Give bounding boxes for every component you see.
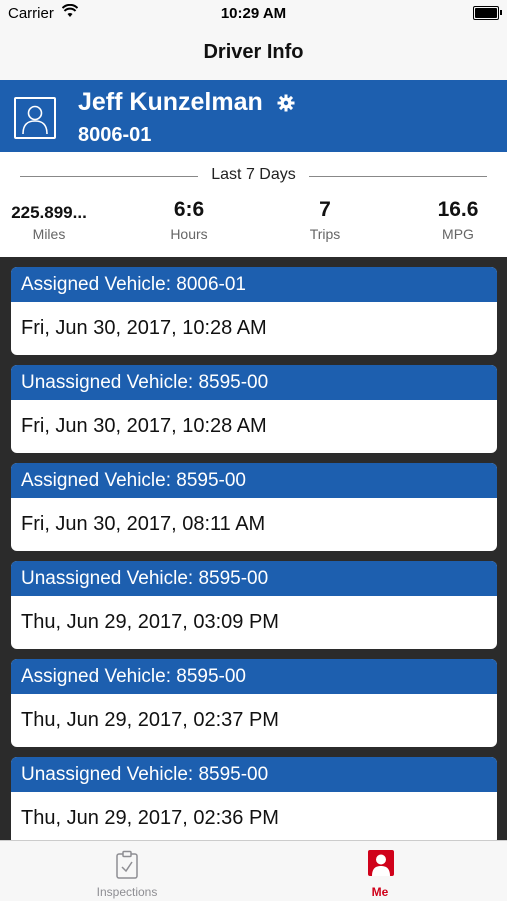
status-bar: Carrier 10:29 AM [0, 0, 507, 28]
event-time: Fri, Jun 30, 2017, 08:11 AM [21, 513, 266, 535]
person-outline-icon [22, 105, 48, 135]
event-title: Assigned Vehicle: 8006-01 [11, 267, 497, 302]
event-card[interactable]: Assigned Vehicle: 8595-00 Fri, Jun 30, 2… [11, 463, 497, 551]
driver-name: Jeff Kunzelman [78, 88, 263, 116]
tab-label: Inspections [96, 885, 158, 899]
event-card[interactable]: Unassigned Vehicle: 8595-00 Fri, Jun 30,… [11, 365, 497, 453]
battery-icon [473, 6, 502, 20]
person-icon [368, 850, 394, 881]
stat-label: Trips [309, 226, 341, 242]
driver-header: Jeff Kunzelman 8006-01 [0, 80, 507, 152]
tab-bar: Inspections Me [0, 840, 507, 901]
stat-mpg: 16.6 MPG [408, 198, 507, 242]
event-card[interactable]: Unassigned Vehicle: 8595-00 Thu, Jun 29,… [11, 561, 497, 649]
page-title: Driver Info [203, 41, 304, 63]
driver-vehicle-id: 8006-01 [78, 124, 152, 146]
stats-period-label: Last 7 Days [211, 166, 296, 183]
stat-value: 6:6 [173, 198, 205, 221]
gear-icon[interactable] [277, 94, 295, 117]
stat-miles: 225.899... Miles [0, 198, 98, 242]
stat-label: Hours [170, 226, 208, 242]
stat-label: MPG [442, 226, 474, 242]
stat-hours: 6:6 Hours [139, 198, 239, 242]
clipboard-icon [115, 850, 139, 885]
nav-bar: Driver Info [0, 28, 507, 78]
event-time: Fri, Jun 30, 2017, 10:28 AM [21, 317, 267, 339]
stats-panel: Last 7 Days 225.899... Miles 6:6 Hours 7… [0, 152, 507, 257]
event-time: Fri, Jun 30, 2017, 10:28 AM [21, 415, 267, 437]
event-card[interactable]: Assigned Vehicle: 8006-01 Fri, Jun 30, 2… [11, 267, 497, 355]
stat-value: 7 [319, 198, 331, 221]
event-title: Unassigned Vehicle: 8595-00 [11, 365, 497, 400]
event-time: Thu, Jun 29, 2017, 02:37 PM [21, 709, 279, 731]
event-time: Thu, Jun 29, 2017, 02:36 PM [21, 807, 279, 829]
avatar [14, 97, 56, 139]
tab-label: Me [371, 885, 389, 899]
event-title: Unassigned Vehicle: 8595-00 [11, 561, 497, 596]
stat-label: Miles [32, 226, 66, 242]
stats-period: Last 7 Days [0, 166, 507, 184]
stat-value: 16.6 [437, 198, 479, 221]
event-card[interactable]: Assigned Vehicle: 8595-00 Thu, Jun 29, 2… [11, 659, 497, 747]
event-title: Unassigned Vehicle: 8595-00 [11, 757, 497, 792]
event-time: Thu, Jun 29, 2017, 03:09 PM [21, 611, 279, 633]
status-time: 10:29 AM [220, 5, 287, 22]
event-card[interactable]: Unassigned Vehicle: 8595-00 Thu, Jun 29,… [11, 757, 497, 840]
event-title: Assigned Vehicle: 8595-00 [11, 659, 497, 694]
stat-value: 225.899... [11, 203, 87, 222]
event-list[interactable]: Assigned Vehicle: 8006-01 Fri, Jun 30, 2… [0, 257, 507, 840]
stat-trips: 7 Trips [275, 198, 375, 242]
event-title: Assigned Vehicle: 8595-00 [11, 463, 497, 498]
